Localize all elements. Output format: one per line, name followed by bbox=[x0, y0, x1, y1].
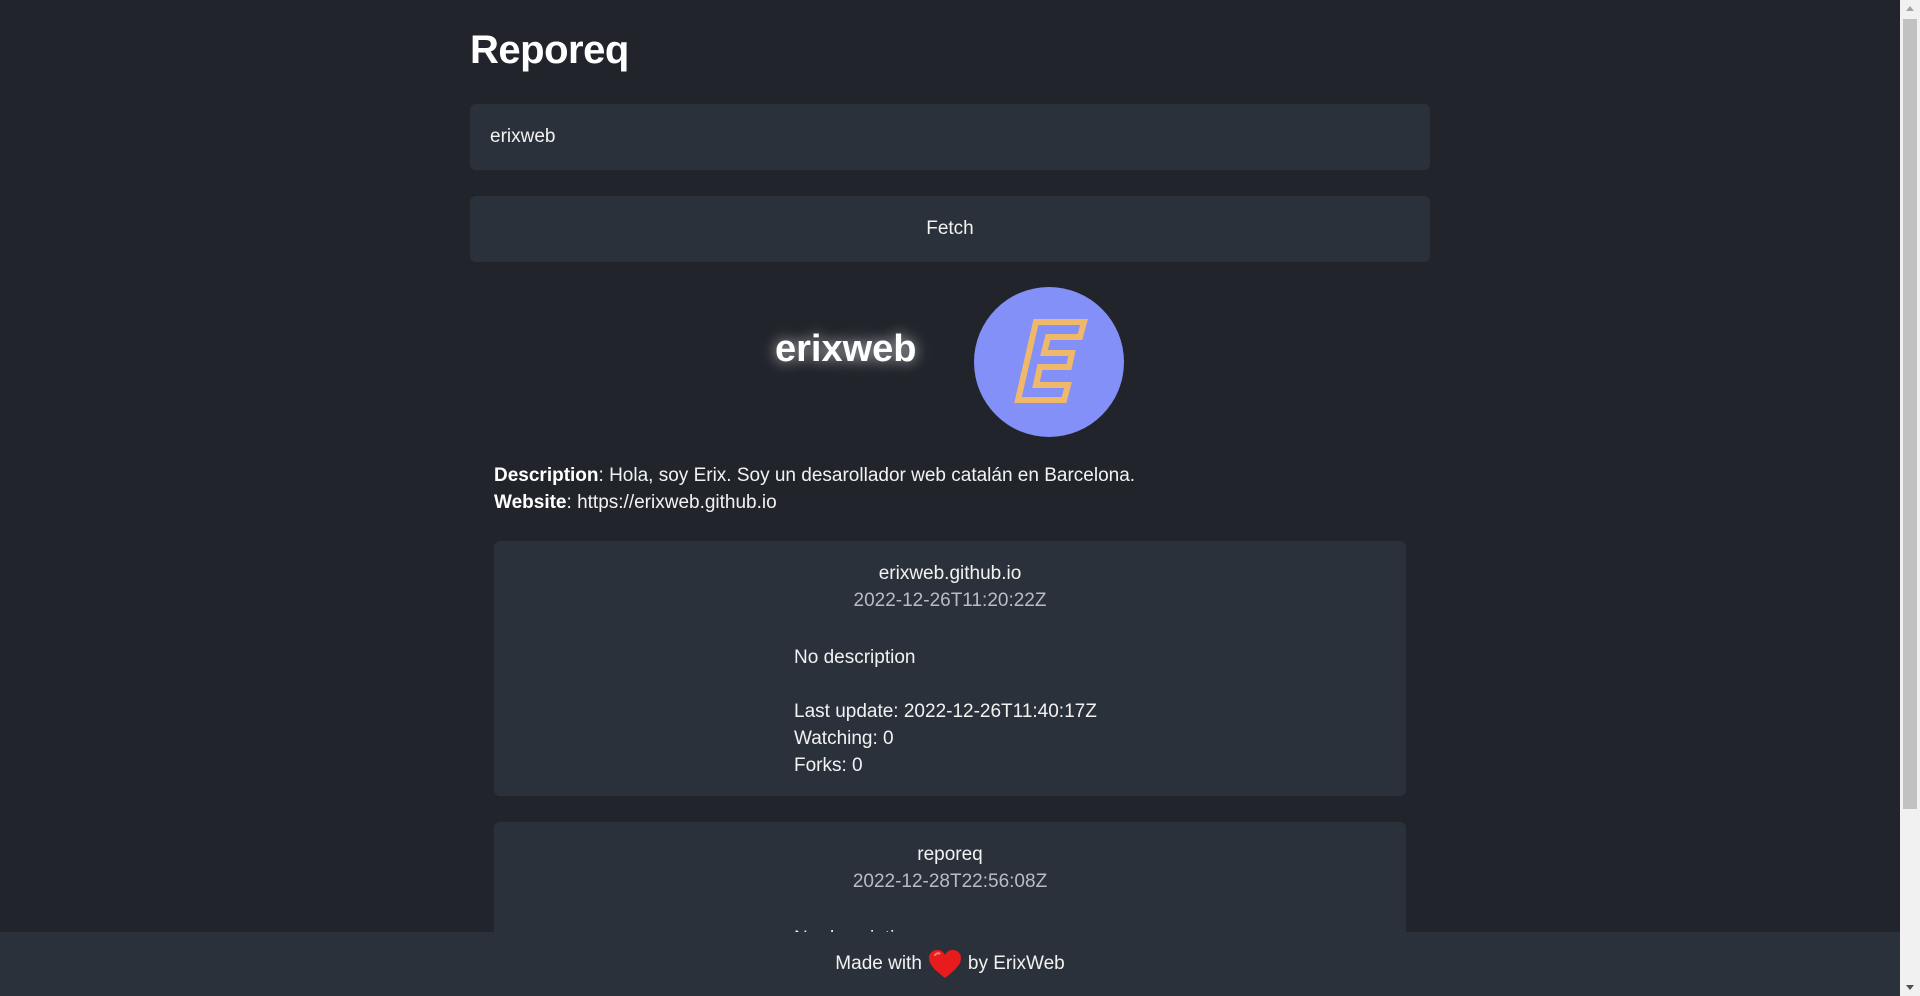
viewport: Reporeq Fetch erixweb Description: Hola,… bbox=[0, 0, 1920, 996]
profile-name: erixweb bbox=[775, 328, 917, 370]
footer-by: by ErixWeb bbox=[967, 953, 1065, 974]
app-title: Reporeq bbox=[470, 28, 629, 72]
scroll-down-arrow-icon[interactable] bbox=[1900, 979, 1920, 996]
repo-name: reporeq bbox=[917, 844, 983, 865]
repo-details: No description Last update: 2022-12-26T1… bbox=[794, 644, 1097, 779]
heart-icon bbox=[928, 950, 961, 978]
repo-last-update: Last update: 2022-12-26T11:40:17Z bbox=[794, 701, 1097, 722]
scroll-up-arrow-icon[interactable] bbox=[1900, 0, 1920, 17]
footer-made-with: Made with bbox=[835, 953, 922, 974]
avatar bbox=[974, 287, 1124, 437]
description-text: : Hola, soy Erix. Soy un desarollador we… bbox=[598, 465, 1136, 486]
footer: Made with by ErixWeb bbox=[0, 932, 1900, 996]
avatar-e-logo-icon bbox=[1014, 319, 1088, 403]
profile-info: Description: Hola, soy Erix. Soy un desa… bbox=[494, 462, 1135, 516]
repo-name: erixweb.github.io bbox=[878, 563, 1022, 584]
vertical-scrollbar[interactable] bbox=[1900, 0, 1920, 996]
description-line: Description: Hola, soy Erix. Soy un desa… bbox=[494, 462, 1135, 489]
fetch-button[interactable]: Fetch bbox=[470, 196, 1430, 262]
page: Reporeq Fetch erixweb Description: Hola,… bbox=[0, 0, 1900, 996]
repo-created-date: 2022-12-28T22:56:08Z bbox=[852, 871, 1048, 892]
website-line: Website: https://erixweb.github.io bbox=[494, 489, 1135, 516]
repo-description: No description bbox=[794, 647, 916, 668]
website-text: : https://erixweb.github.io bbox=[566, 492, 777, 513]
repo-forks: Forks: 0 bbox=[794, 755, 863, 776]
website-label: Website bbox=[494, 492, 567, 513]
username-input[interactable] bbox=[470, 104, 1430, 170]
repo-created-date: 2022-12-26T11:20:22Z bbox=[853, 590, 1047, 611]
repo-watching: Watching: 0 bbox=[794, 728, 894, 749]
scrollbar-thumb[interactable] bbox=[1903, 19, 1917, 809]
description-label: Description bbox=[494, 465, 599, 486]
repo-card[interactable]: erixweb.github.io 2022-12-26T11:20:22Z N… bbox=[494, 541, 1406, 796]
